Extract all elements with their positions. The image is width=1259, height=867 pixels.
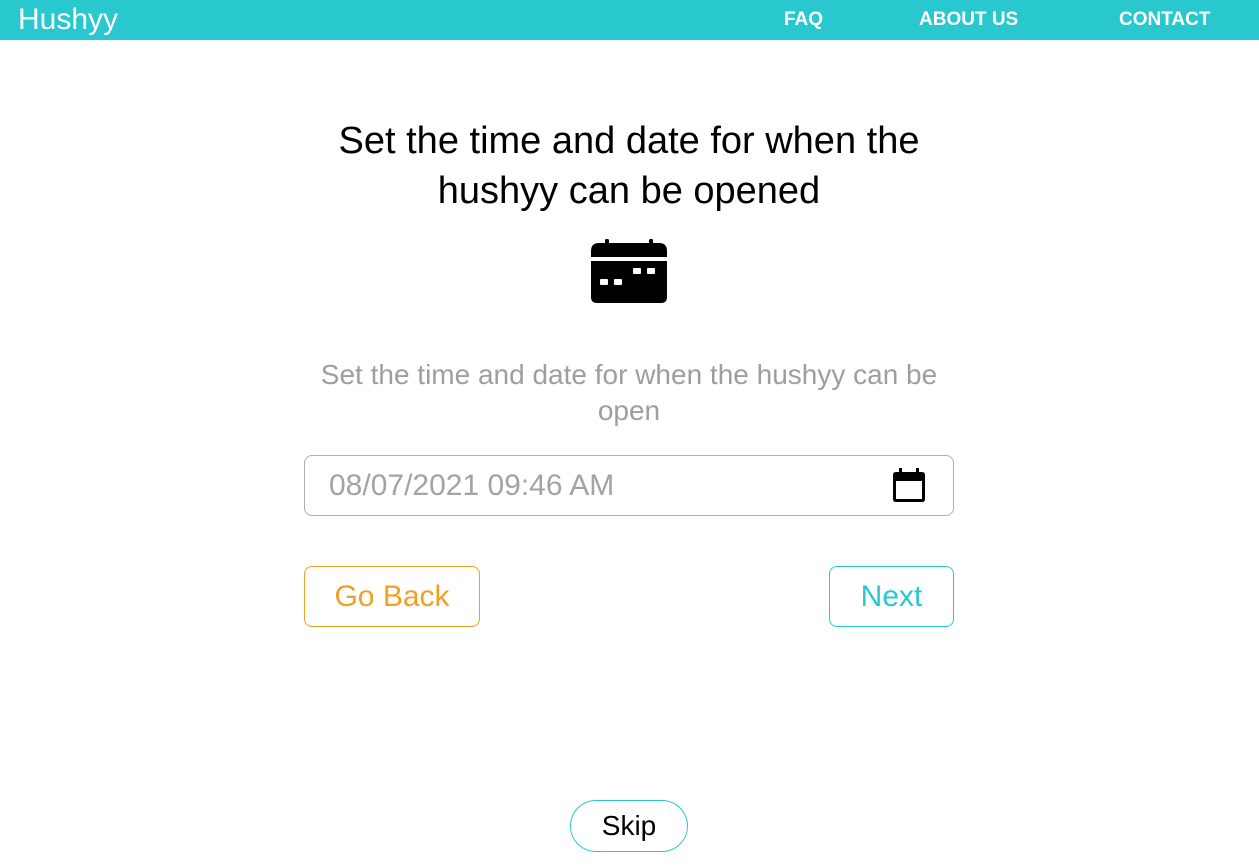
instruction-text: Set the time and date for when the hushy…: [320, 359, 938, 426]
calendar-icon: [589, 239, 669, 305]
nav-link-about-us[interactable]: ABOUT US: [919, 9, 1018, 31]
page-title: Set the time and date for when the hushy…: [338, 120, 920, 212]
go-back-button[interactable]: Go Back: [304, 566, 480, 627]
brand-logo-link[interactable]: Hushyy: [18, 3, 118, 37]
skip-button[interactable]: Skip: [570, 800, 688, 852]
top-nav-bar: Hushyy FAQ ABOUT US CONTACT: [0, 0, 1259, 40]
nav-link-contact[interactable]: CONTACT: [1119, 9, 1210, 31]
calendar-picker-icon[interactable]: [890, 466, 928, 504]
datetime-input[interactable]: [329, 468, 869, 504]
datetime-field[interactable]: [304, 455, 954, 516]
next-button[interactable]: Next: [829, 566, 954, 627]
nav-link-faq[interactable]: FAQ: [784, 9, 823, 31]
